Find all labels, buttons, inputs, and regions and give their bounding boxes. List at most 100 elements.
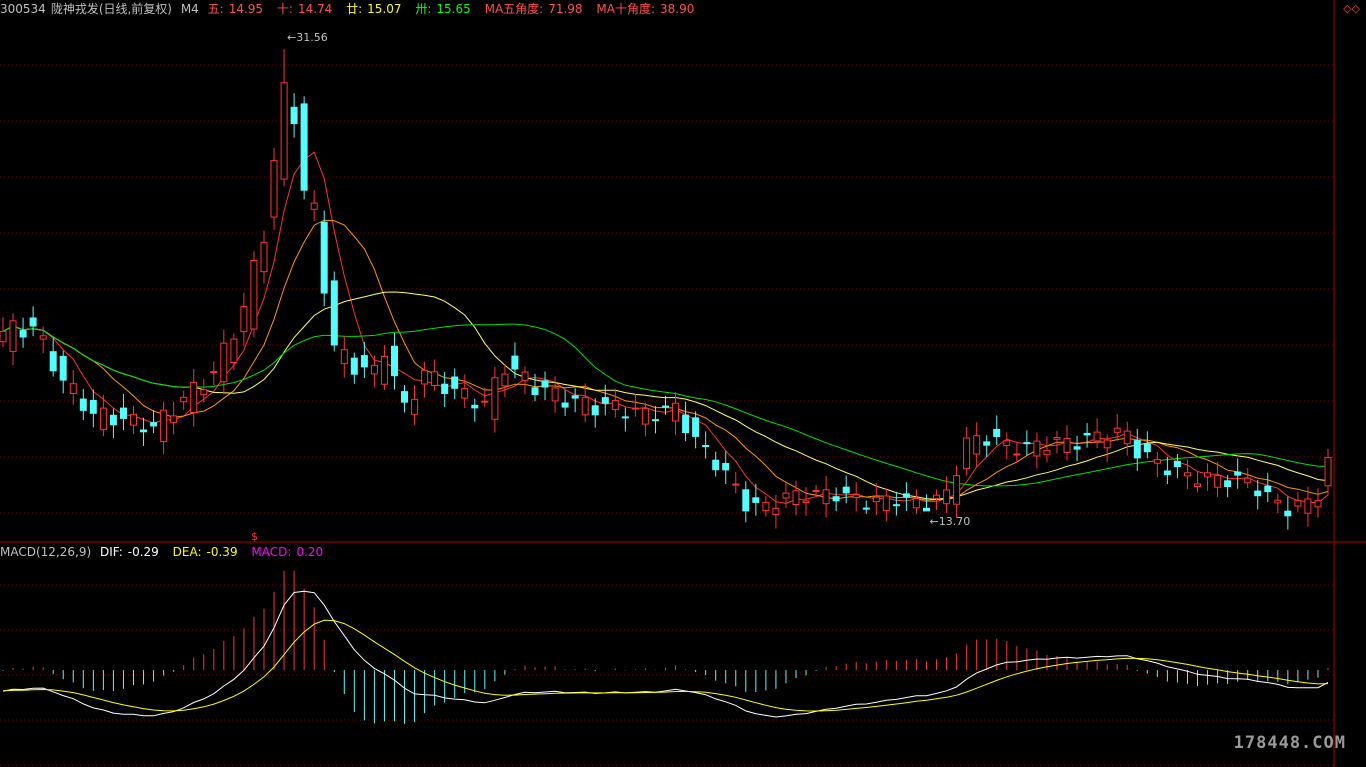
candle-body xyxy=(481,400,489,403)
candle-body xyxy=(180,396,188,403)
macd-legend: MACD: 0.20 xyxy=(251,545,324,559)
candle-body xyxy=(631,407,639,410)
candle-body xyxy=(1264,485,1272,493)
candle-body xyxy=(350,357,358,375)
candle-body xyxy=(541,380,549,388)
candle-body xyxy=(421,369,429,385)
candle-body xyxy=(431,371,439,386)
candle-body xyxy=(511,355,519,370)
candle-body xyxy=(150,422,158,427)
candle-body xyxy=(340,349,348,365)
candle-body xyxy=(621,416,629,419)
candle-body xyxy=(140,429,147,433)
stock-title: 陇神戎发(日线,前复权) xyxy=(50,2,172,16)
candle-body xyxy=(1234,471,1242,476)
candle-body xyxy=(872,496,880,503)
candle-body xyxy=(1063,438,1071,453)
candle-body xyxy=(912,498,920,509)
candle-body xyxy=(451,376,459,389)
candle-body xyxy=(370,364,378,375)
candle-body xyxy=(1033,440,1041,457)
candle-body xyxy=(170,415,178,423)
candle-body xyxy=(130,413,137,426)
candle-body xyxy=(812,490,820,492)
candle-body xyxy=(79,398,87,411)
candle-body xyxy=(260,241,268,273)
candle-body xyxy=(1133,440,1141,459)
ma20-legend: 廿: 15.07 xyxy=(346,2,402,16)
candle-body xyxy=(772,507,780,515)
candle-body xyxy=(682,414,690,434)
candle-body xyxy=(531,387,539,395)
candle-body xyxy=(1093,431,1101,442)
candle-body xyxy=(401,391,408,403)
candle-body xyxy=(902,493,910,498)
candle-body xyxy=(1003,440,1011,446)
price-annotation: ←13.70 xyxy=(929,515,970,528)
candle-body xyxy=(310,202,318,210)
candle-body xyxy=(892,504,900,507)
candle-body xyxy=(330,280,338,346)
dif-line xyxy=(2,590,1329,718)
candle-body xyxy=(601,397,609,404)
signal-marker: $ xyxy=(251,530,258,543)
watermark: 178448.COM xyxy=(1233,733,1346,753)
candle-body xyxy=(280,82,288,180)
candle-body xyxy=(1163,470,1171,476)
candle-body xyxy=(732,483,740,486)
candle-body xyxy=(190,381,198,413)
ma10-line xyxy=(2,219,1329,501)
candle-body xyxy=(1143,443,1151,453)
ma5-angle: MA五角度: 71.98 xyxy=(484,2,583,16)
candle-body xyxy=(1284,510,1292,517)
candle-body xyxy=(852,494,860,498)
candle-body xyxy=(611,399,619,410)
candle-body xyxy=(963,437,971,470)
candle-body xyxy=(692,417,700,437)
candle-body xyxy=(1214,475,1222,488)
candle-body xyxy=(1053,437,1061,440)
dea-legend: DEA: -0.39 xyxy=(172,545,238,559)
candle-body xyxy=(1123,430,1131,445)
ma10-legend: 十: 14.74 xyxy=(276,2,333,16)
candle-body xyxy=(0,330,7,343)
candle-body xyxy=(702,445,710,447)
price-annotation: ←31.56 xyxy=(287,31,328,44)
candle-body xyxy=(501,373,509,387)
candle-body xyxy=(160,409,168,442)
macd-name: MACD(12,26,9) xyxy=(0,545,92,559)
candle-body xyxy=(1294,500,1302,507)
candle-body xyxy=(1173,460,1181,468)
candle-body xyxy=(380,355,388,385)
candle-body xyxy=(461,388,469,399)
candle-body xyxy=(109,414,117,426)
candle-body xyxy=(1153,459,1161,464)
candle-body xyxy=(882,495,890,511)
stock-chart[interactable]: ←31.56 ←13.70 $ xyxy=(0,0,1366,767)
candle-body xyxy=(210,371,218,374)
candle-body xyxy=(1023,442,1031,445)
candle-body xyxy=(1043,449,1051,455)
candle-body xyxy=(571,395,579,399)
ma20-line xyxy=(2,291,1329,500)
candle-body xyxy=(250,260,258,330)
stock-code: 300534 xyxy=(0,2,46,16)
candle-body xyxy=(1274,499,1282,504)
ma10-angle: MA十角度: 38.90 xyxy=(596,2,695,16)
candle-body xyxy=(842,486,850,494)
candle-body xyxy=(1314,500,1322,508)
candle-body xyxy=(9,320,17,352)
candle-body xyxy=(320,221,328,294)
dif-legend: DIF: -0.29 xyxy=(99,545,159,559)
candle-body xyxy=(240,306,248,333)
candle-body xyxy=(973,435,981,455)
candle-body xyxy=(59,355,67,381)
candle-body xyxy=(1013,453,1021,456)
candle-body xyxy=(120,407,127,419)
candle-body xyxy=(862,507,870,510)
candle-body xyxy=(1224,480,1232,487)
candle-body xyxy=(822,489,830,505)
candle-body xyxy=(662,405,669,408)
candle-body xyxy=(752,497,760,503)
window-control-icons[interactable]: ◇◇ xyxy=(1343,2,1360,15)
